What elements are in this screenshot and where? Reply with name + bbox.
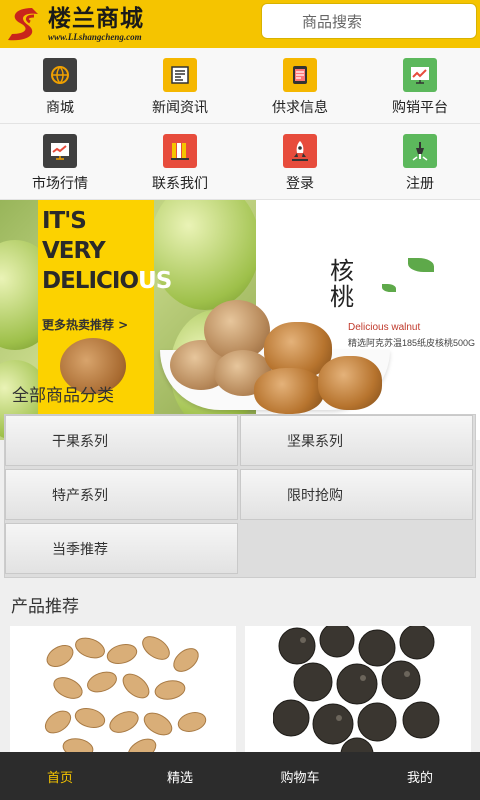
nav-item-market[interactable]: 市场行情 [0,124,120,199]
pen-icon [403,134,437,168]
nav-item-contact[interactable]: 联系我们 [120,124,240,199]
nav-item-register[interactable]: 注册 [360,124,480,199]
product-card[interactable] [10,626,236,756]
logo-title: 楼兰商城 [48,4,144,32]
banner-english-name: Delicious walnut [348,322,421,333]
nav-grid: 商城 新闻资讯 供求信息 购销平台 市场行情 联系我们 登录 注册 [0,48,480,200]
logo-mark-icon [4,4,44,44]
nav-label-contact: 联系我们 [152,176,208,192]
nav-label-supply: 供求信息 [272,100,328,116]
category-specialty[interactable]: 特产系列 [5,469,238,520]
monitor-icon [43,134,77,168]
logo[interactable]: 楼兰商城 www.LLshangcheng.com [4,3,164,45]
nav-item-login[interactable]: 登录 [240,124,360,199]
category-flash-sale[interactable]: 限时抢购 [240,469,473,520]
document-icon [283,58,317,92]
nav-item-trade[interactable]: 购销平台 [360,48,480,123]
nav-label-register: 注册 [406,176,434,192]
almond-product-image [38,626,208,756]
globe-icon [43,58,77,92]
rocket-icon [283,134,317,168]
banner-line-3a: DELICIO [42,268,139,294]
categories-title: 全部商品分类 [12,386,114,406]
nav-label-login: 登录 [286,176,314,192]
category-grid: 干果系列 坚果系列 特产系列 限时抢购 当季推荐 [4,414,476,578]
logo-url: www.LLshangcheng.com [48,31,142,42]
product-card[interactable] [245,626,471,756]
nav-label-news: 新闻资讯 [152,100,208,116]
tab-home[interactable]: 首页 [0,752,120,800]
nav-item-supply[interactable]: 供求信息 [240,48,360,123]
tab-mine[interactable]: 我的 [360,752,480,800]
newspaper-icon [163,58,197,92]
category-dried-fruit[interactable]: 干果系列 [5,415,238,466]
tab-featured[interactable]: 精选 [120,752,240,800]
banner-line-1: IT'S [42,208,87,234]
banner-line-2: VERY [42,238,106,264]
search-input[interactable]: 商品搜索 [261,3,477,39]
search-placeholder: 商品搜索 [302,12,363,31]
nav-label-mall: 商城 [46,100,74,116]
category-label: 特产系列 [52,487,108,504]
category-label: 当季推荐 [52,541,108,558]
books-icon [163,134,197,168]
category-nuts[interactable]: 坚果系列 [240,415,473,466]
bottom-tab-bar: 首页 精选 购物车 我的 [0,752,480,800]
category-seasonal[interactable]: 当季推荐 [5,523,238,574]
banner-hetao-title: 核桃 [330,257,354,311]
walnut-kernel-image [318,356,382,410]
products-title: 产品推荐 [11,597,79,617]
nav-label-market: 市场行情 [32,176,88,192]
category-label: 限时抢购 [287,487,343,504]
header-bar: 楼兰商城 www.LLshangcheng.com 商品搜索 [0,0,480,48]
category-label: 坚果系列 [287,433,343,450]
nav-item-news[interactable]: 新闻资讯 [120,48,240,123]
chart-screen-icon [403,58,437,92]
leaf-icon [382,284,396,292]
walnut-kernel-image [254,368,324,414]
tab-cart[interactable]: 购物车 [240,752,360,800]
banner-description: 精选阿克苏温185纸皮核桃500G [348,338,476,348]
banner-line-3b: US [138,268,172,294]
nav-item-mall[interactable]: 商城 [0,48,120,123]
banner-more-link[interactable]: 更多热卖推荐 > [42,316,154,333]
category-label: 干果系列 [52,433,108,450]
dried-fruit-product-image [273,626,443,756]
nav-label-trade: 购销平台 [392,100,448,116]
